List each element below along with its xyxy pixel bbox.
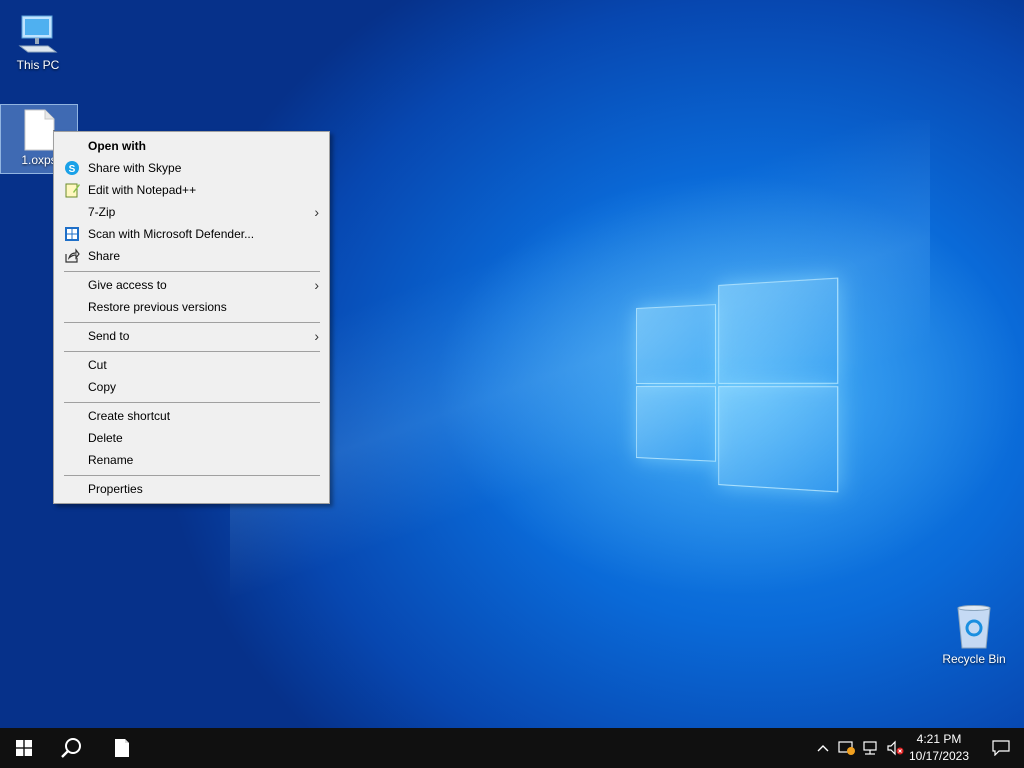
chevron-right-icon: › bbox=[314, 204, 319, 220]
recycle-bin-label: Recycle Bin bbox=[942, 652, 1006, 666]
menu-item-rename[interactable]: Rename bbox=[54, 449, 329, 471]
menu-item-7zip[interactable]: 7-Zip › bbox=[54, 201, 329, 223]
tray-update-button[interactable] bbox=[836, 728, 858, 768]
recycle-bin-icon bbox=[954, 604, 994, 650]
clock-date: 10/17/2023 bbox=[908, 749, 970, 763]
oxps-file-label: 1.oxps bbox=[21, 153, 57, 167]
windows-start-icon bbox=[16, 740, 32, 756]
menu-item-cut[interactable]: Cut bbox=[54, 354, 329, 376]
this-pc-label: This PC bbox=[16, 58, 60, 72]
menu-item-edit-with-notepadpp[interactable]: Edit with Notepad++ bbox=[54, 179, 329, 201]
context-menu: Open with S Share with Skype Edit with N… bbox=[53, 131, 330, 504]
menu-item-copy[interactable]: Copy bbox=[54, 376, 329, 398]
notification-icon bbox=[992, 740, 1010, 756]
network-icon bbox=[863, 741, 877, 755]
search-icon bbox=[61, 738, 81, 758]
menu-item-properties[interactable]: Properties bbox=[54, 478, 329, 500]
taskbar: 4:21 PM 10/17/2023 bbox=[0, 728, 1024, 768]
computer-icon bbox=[16, 12, 60, 56]
taskbar-file-button[interactable] bbox=[98, 728, 146, 768]
share-icon bbox=[64, 248, 80, 264]
show-hidden-icons-button[interactable] bbox=[814, 728, 832, 768]
windows-wallpaper-logo bbox=[636, 277, 839, 493]
action-center-button[interactable] bbox=[978, 728, 1024, 768]
start-button[interactable] bbox=[0, 728, 48, 768]
volume-muted-icon bbox=[887, 740, 904, 756]
menu-separator bbox=[64, 351, 320, 352]
menu-item-scan-defender[interactable]: Scan with Microsoft Defender... bbox=[54, 223, 329, 245]
recycle-bin-desktop-icon[interactable]: Recycle Bin bbox=[936, 598, 1012, 666]
clock-time: 4:21 PM bbox=[916, 732, 962, 746]
menu-separator bbox=[64, 271, 320, 272]
svg-text:S: S bbox=[69, 164, 76, 175]
skype-icon: S bbox=[64, 160, 80, 176]
menu-item-restore-previous-versions[interactable]: Restore previous versions bbox=[54, 296, 329, 318]
document-icon bbox=[115, 739, 129, 757]
tray-network-button[interactable] bbox=[860, 728, 882, 768]
tray-volume-button[interactable] bbox=[884, 728, 906, 768]
menu-separator bbox=[64, 475, 320, 476]
menu-item-share-with-skype[interactable]: S Share with Skype bbox=[54, 157, 329, 179]
menu-item-delete[interactable]: Delete bbox=[54, 427, 329, 449]
menu-item-open-with[interactable]: Open with bbox=[54, 135, 329, 157]
menu-item-create-shortcut[interactable]: Create shortcut bbox=[54, 405, 329, 427]
document-icon bbox=[21, 109, 57, 151]
menu-separator bbox=[64, 402, 320, 403]
chevron-right-icon: › bbox=[314, 277, 319, 293]
defender-shield-icon bbox=[64, 226, 80, 242]
update-notification-icon bbox=[838, 741, 855, 755]
notepadpp-icon bbox=[64, 182, 80, 198]
clock[interactable]: 4:21 PM 10/17/2023 bbox=[906, 731, 972, 765]
menu-separator bbox=[64, 322, 320, 323]
menu-item-send-to[interactable]: Send to › bbox=[54, 325, 329, 347]
chevron-right-icon: › bbox=[314, 328, 319, 344]
menu-item-share[interactable]: Share bbox=[54, 245, 329, 267]
this-pc-desktop-icon[interactable]: This PC bbox=[0, 6, 76, 72]
search-button[interactable] bbox=[48, 728, 96, 768]
chevron-up-icon bbox=[817, 745, 829, 752]
menu-item-give-access-to[interactable]: Give access to › bbox=[54, 274, 329, 296]
